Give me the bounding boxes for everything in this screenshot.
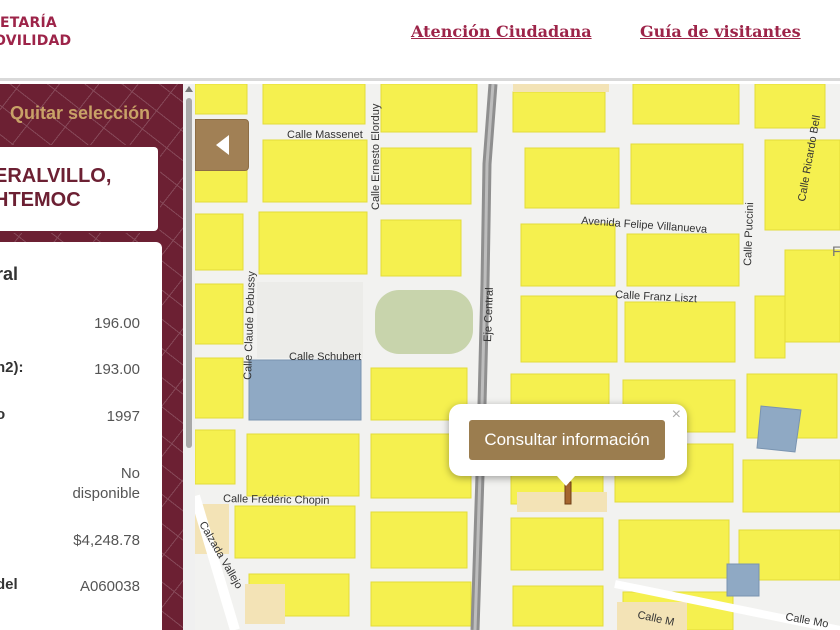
label-massenet: Calle Massenet (287, 129, 363, 141)
collapse-sidebar-button[interactable] (195, 119, 249, 171)
close-icon[interactable]: × (672, 406, 681, 424)
property-info-card: ral 196.00 n2): 193.00 o 1997 No disponi… (0, 242, 162, 630)
info-row-label: o (0, 406, 6, 423)
consultar-informacion-button[interactable]: Consultar información (469, 420, 665, 460)
map-canvas[interactable]: Calle Massenet Calle Ernesto Elorduy Ave… (195, 84, 840, 630)
clear-selection-button[interactable]: Quitar selección (10, 103, 150, 124)
label-ernesto-elorduy: Calle Ernesto Elorduy (370, 103, 382, 210)
colonia-card: ERALVILLO, HTEMOC (0, 145, 160, 233)
info-value-line-2: disponible (72, 485, 140, 502)
scrollbar-thumb[interactable] (186, 98, 192, 448)
colonia-name: ERALVILLO, HTEMOC (0, 164, 111, 212)
popup-pointer (557, 476, 575, 486)
logo-line-1: ETARÍA (0, 15, 57, 31)
top-header: ETARÍA OVILIDAD Atención Ciudadana Guía … (0, 0, 840, 78)
colonia-line-1: ERALVILLO, (0, 165, 112, 187)
sidebar-scrollbar[interactable] (183, 84, 195, 630)
secretaria-logo[interactable]: ETARÍA OVILIDAD (0, 14, 71, 50)
info-value-line-1: No (120, 465, 140, 482)
info-row-value: A060038 (79, 578, 140, 595)
info-row-value: 196.00 (94, 315, 140, 332)
label-schubert: Calle Schubert (289, 351, 361, 363)
map-popup: × Consultar información (449, 404, 687, 486)
label-chopin: Calle Frédéric Chopin (223, 493, 330, 507)
label-edge-f: F (832, 243, 840, 259)
nav-atencion-ciudadana[interactable]: Atención Ciudadana (411, 22, 592, 41)
info-row-value: $4,248.78 (73, 532, 140, 549)
park (375, 290, 473, 354)
info-row-value: No disponible (72, 464, 140, 504)
info-row-label: n2): (0, 359, 24, 376)
open-area (257, 282, 363, 358)
scroll-up-arrow-icon[interactable] (185, 86, 193, 92)
sidebar-panel: Quitar selección ERALVILLO, HTEMOC ral 1… (0, 84, 183, 630)
nav-guia-visitantes[interactable]: Guía de visitantes (640, 22, 801, 41)
map-view[interactable]: Calle Massenet Calle Ernesto Elorduy Ave… (195, 84, 840, 630)
info-row-value: 1997 (106, 408, 140, 425)
info-row-label: del (0, 576, 18, 593)
colonia-line-2: HTEMOC (0, 189, 81, 211)
info-section-title: ral (0, 264, 19, 284)
header-divider (0, 78, 840, 81)
chevron-left-icon (216, 135, 229, 155)
logo-line-2: OVILIDAD (0, 33, 72, 49)
info-row-value: 193.00 (94, 361, 140, 378)
label-puccini: Calle Puccini (742, 202, 756, 266)
label-eje-central: Eje Central (482, 287, 496, 342)
